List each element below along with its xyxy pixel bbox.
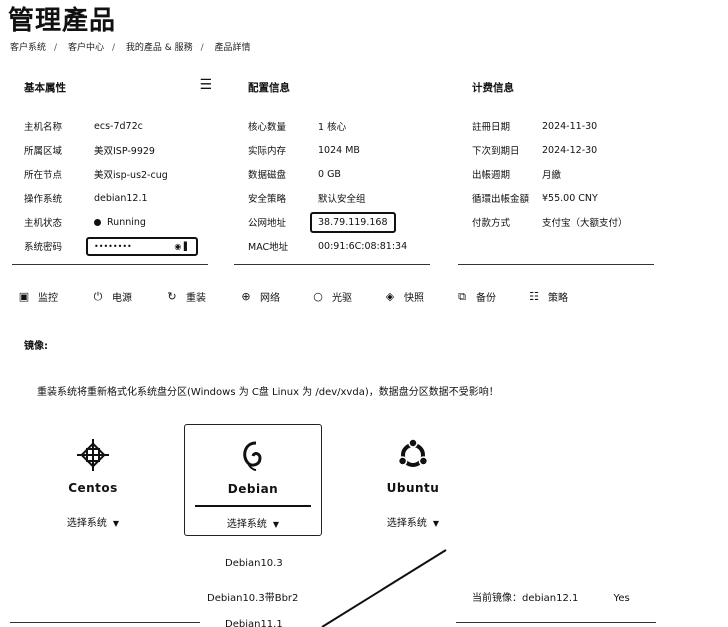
info-row: 所在节点 美双isp-us2-cug	[24, 162, 224, 186]
info-row: 出帳週期 月繳	[472, 170, 562, 181]
select-system-dropdown[interactable]: 选择系统 ▼	[344, 514, 482, 529]
reinstall-notice: 重装系统将重新格式化系统盘分区(Windows 为 C盘 Linux 为 /de…	[37, 387, 499, 398]
breadcrumb-separator: /	[54, 43, 58, 53]
region-value: 美双ISP-9929	[94, 146, 155, 157]
breadcrumb: 客户系统 / 客户中心 / 我的產品 & 服務 / 產品詳情	[10, 40, 251, 53]
info-row: 註冊日期 2024-11-30	[472, 120, 598, 134]
os-value: debian12.1	[94, 192, 148, 204]
layers-icon: ◈	[385, 290, 395, 303]
menu-icon[interactable]: ☰	[199, 77, 212, 93]
policy-button[interactable]: ☷ 策略	[528, 289, 588, 304]
mirror-label: 镜像:	[24, 341, 48, 352]
billing-info-panel: 计费信息 註冊日期 2024-11-30 下次到期日 2024-12-30 出帳週期…	[458, 80, 672, 265]
action-toolbar: ▣ 监控 ⏻ 电源 ↻ 重装 ⊕ 网络 ○ 光驱 ◈ 快照 ⧉ 备份 ☷ 策略	[18, 289, 588, 305]
breadcrumb-item[interactable]: 客户中心	[68, 43, 104, 53]
public-ip-value: 38.79.119.168	[310, 211, 396, 233]
divider	[10, 622, 200, 623]
os-name: Debian	[227, 482, 279, 496]
divider	[234, 264, 430, 265]
annotation-line	[321, 549, 447, 627]
info-row: 付款方式 支付宝（大额支付）	[472, 218, 628, 229]
os-card-debian[interactable]: Debian 选择系统 ▼	[184, 424, 322, 536]
breadcrumb-item-current: 產品詳情	[214, 43, 251, 53]
status-dot-icon	[94, 218, 101, 226]
divider	[456, 622, 656, 623]
dropdown-option[interactable]: Debian10.3	[225, 558, 283, 569]
caret-down-icon: ▼	[272, 520, 280, 529]
info-row: 循環出帳金額 ¥55.00 CNY	[472, 192, 598, 206]
cdrom-button[interactable]: ○ 光驱	[312, 289, 384, 304]
info-row: 数据磁盘 0 GB	[248, 168, 341, 182]
caret-down-icon: ▼	[112, 519, 120, 528]
caret-down-icon: ▼	[432, 519, 440, 528]
os-name: Centos	[68, 481, 118, 495]
info-row: 核心数量 1 核心	[248, 122, 347, 133]
eye-icon[interactable]: ◉ ▌	[174, 242, 190, 251]
info-row: 系统密码 •••••••• ◉ ▌	[24, 234, 224, 258]
current-mirror: 当前镜像：debian12.1 Yes	[472, 593, 630, 604]
breadcrumb-item[interactable]: 客户系统	[10, 43, 46, 53]
select-system-dropdown[interactable]: 选择系统 ▼	[185, 515, 321, 530]
sliders-icon: ☷	[529, 290, 539, 303]
host-status: Running	[94, 217, 146, 228]
os-name: Ubuntu	[386, 481, 440, 495]
basic-info-panel: 基本属性 ☰ 主机名称 ecs-7d72c 所属区域 美双ISP-9929 所在节点…	[12, 77, 224, 265]
section-title: 配置信息	[248, 82, 290, 94]
breadcrumb-separator: /	[200, 43, 204, 53]
power-icon: ⏻	[93, 289, 103, 303]
selected-underline	[195, 505, 311, 507]
centos-icon	[76, 438, 110, 476]
section-title: 基本属性 ☰	[24, 77, 212, 94]
confirm-yes[interactable]: Yes	[614, 593, 630, 604]
password-field[interactable]: •••••••• ◉ ▌	[86, 236, 198, 256]
network-button[interactable]: ⊕ 网络	[240, 289, 312, 304]
info-row: 下次到期日 2024-12-30	[472, 144, 598, 158]
monitor-icon: ▣	[18, 290, 30, 303]
dropdown-option[interactable]: Debian10.3带Bbr2	[207, 589, 298, 604]
disc-icon: ○	[313, 290, 323, 303]
info-row: 公网地址 38.79.119.168	[248, 210, 448, 234]
reinstall-button[interactable]: ↻ 重装	[166, 289, 240, 304]
copy-icon: ⧉	[458, 289, 466, 303]
backup-button[interactable]: ⧉ 备份	[456, 289, 528, 305]
divider	[12, 264, 208, 265]
power-button[interactable]: ⏻ 电源	[92, 289, 166, 305]
info-row: 安全策略 默认安全组	[248, 194, 366, 205]
select-system-dropdown[interactable]: 选择系统 ▼	[24, 514, 162, 529]
info-row: 所属区域 美双ISP-9929	[24, 138, 224, 162]
node-value: 美双isp-us2-cug	[94, 170, 168, 181]
mac-address-value: 00:91:6C:08:81:34	[318, 240, 408, 252]
monitor-button[interactable]: ▣ 监控	[18, 289, 92, 304]
page-title: 管理產品	[8, 6, 117, 36]
os-card-ubuntu[interactable]: Ubuntu 选择系统 ▼	[344, 424, 482, 536]
globe-icon: ⊕	[241, 290, 251, 303]
info-row: 操作系统 debian12.1	[24, 192, 148, 206]
config-info-panel: 配置信息 核心数量 1 核心 实际内存 1024 MB 数据磁盘 0 GB 安全策略默…	[234, 80, 448, 265]
snapshot-button[interactable]: ◈ 快照	[384, 289, 456, 304]
info-row: 主机名称 ecs-7d72c	[24, 120, 143, 134]
refresh-icon: ↻	[167, 290, 177, 303]
info-row: 主机状态 Running	[24, 216, 146, 230]
info-row: 实际内存 1024 MB	[248, 144, 360, 158]
divider	[458, 264, 654, 265]
ubuntu-icon	[396, 438, 430, 476]
section-title: 计费信息	[472, 82, 514, 94]
os-card-centos[interactable]: Centos 选择系统 ▼	[24, 424, 162, 536]
hostname-value: ecs-7d72c	[94, 120, 143, 132]
debian-icon	[236, 439, 270, 477]
breadcrumb-item[interactable]: 我的產品 & 服務	[126, 43, 193, 53]
info-row: MAC地址 00:91:6C:08:81:34	[248, 240, 408, 254]
breadcrumb-separator: /	[111, 43, 115, 53]
dropdown-option[interactable]: Debian11.1	[225, 619, 283, 627]
